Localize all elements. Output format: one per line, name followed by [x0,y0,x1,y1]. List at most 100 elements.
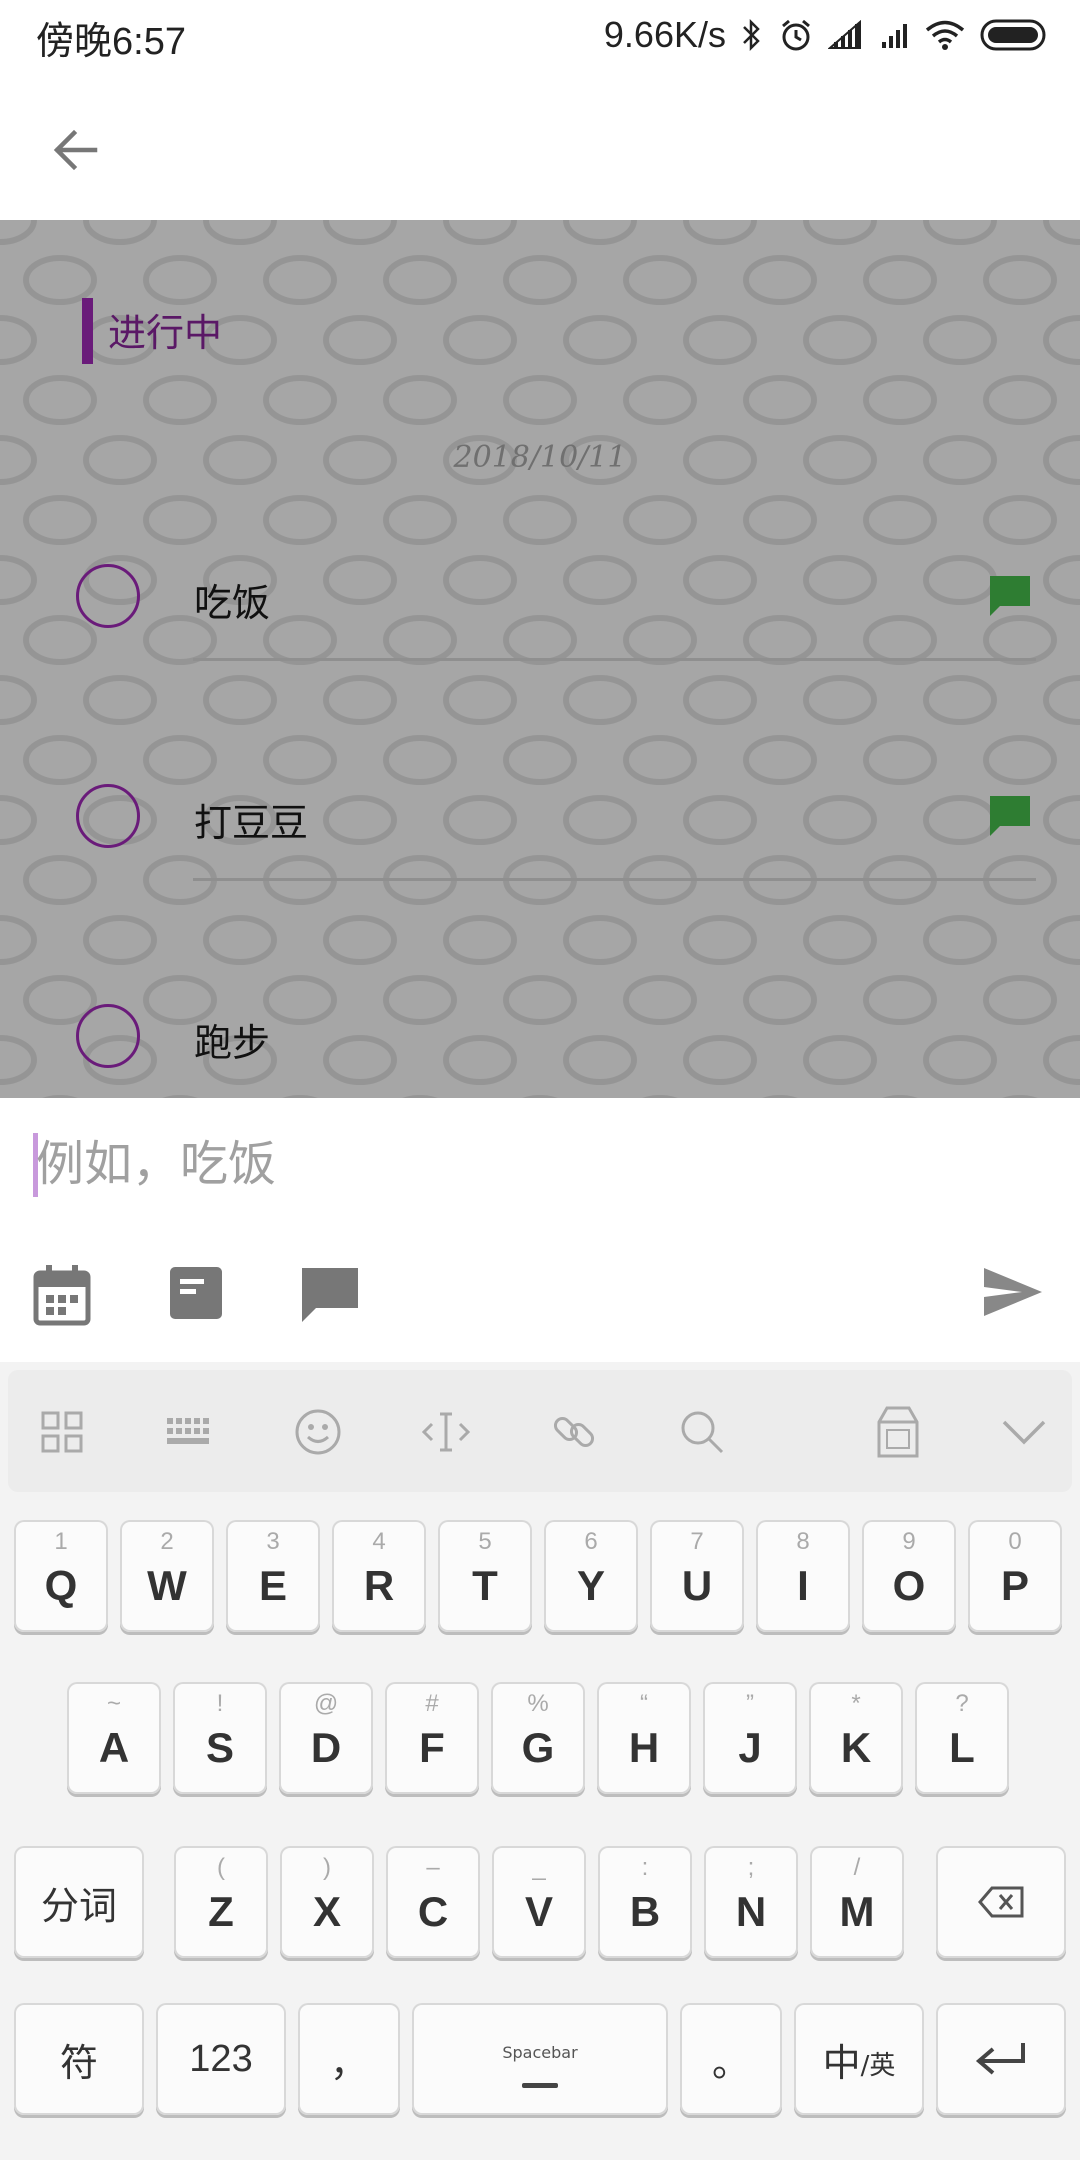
key-c[interactable]: – C [386,1846,480,1958]
key-comma[interactable]: ， [298,2003,400,2115]
key-d[interactable]: @ D [279,1682,373,1794]
task-checkbox[interactable] [76,564,140,628]
note-button[interactable] [168,1265,238,1335]
comment-icon[interactable] [988,574,1032,618]
key-i[interactable]: 8I [756,1520,850,1632]
key-x[interactable]: ) X [280,1846,374,1958]
key-secondary-label: 1 [54,1528,68,1555]
send-icon [984,1268,1042,1316]
status-bar: 傍晚6:57 9.66K/s [0,0,1080,70]
key-secondary-label: ” [746,1690,754,1717]
key-space[interactable]: Spacebar [412,2003,668,2115]
key-a[interactable]: ~ A [67,1682,161,1794]
key-h[interactable]: “H [597,1682,691,1794]
key-primary-label: N [735,1888,767,1935]
grid-icon [41,1411,83,1453]
send-button[interactable] [982,1266,1052,1336]
key-secondary-label: 7 [690,1528,704,1555]
key-secondary-label: ) [323,1854,331,1881]
signal-icon [882,24,907,48]
comment-button[interactable] [300,1266,370,1336]
key-primary-label: I [797,1562,809,1609]
keyboard-toolbar [8,1370,1072,1492]
collapse-keyboard-button[interactable] [992,1400,1056,1464]
key-m[interactable]: / M [810,1846,904,1958]
key-primary-label: K [840,1724,872,1771]
key-primary-label: R [363,1562,395,1609]
space-label: Spacebar [502,2043,578,2062]
key-s[interactable]: ! S [173,1682,267,1794]
key-secondary-label: % [527,1690,549,1717]
key-q[interactable]: 1Q [14,1520,108,1632]
key-secondary-label: 9 [902,1528,916,1555]
key-secondary-label: “ [640,1690,648,1717]
section-title: 进行中 [108,311,223,355]
key-primary-label: O [892,1562,926,1609]
space-bar-mark [522,2083,558,2088]
cursor-move-button[interactable] [414,1400,478,1464]
back-button[interactable] [40,115,110,185]
key-secondary-label: 6 [584,1528,598,1555]
section-accent-bar [82,298,93,364]
key-secondary-label: ( [217,1854,225,1881]
task-checkbox[interactable] [76,784,140,848]
key-v[interactable]: _ V [492,1846,586,1958]
key-secondary-label: * [851,1690,861,1717]
task-label[interactable]: 打豆豆 [194,792,308,847]
key-u[interactable]: 7U [650,1520,744,1632]
key-e[interactable]: 3E [226,1520,320,1632]
search-button[interactable] [670,1400,734,1464]
task-label[interactable]: 跑步 [194,1012,270,1067]
key-symbols[interactable]: 符 [14,2003,144,2115]
emoji-button[interactable] [286,1400,350,1464]
backspace-icon [936,1846,1066,1958]
key-period[interactable]: 。 [680,2003,782,2115]
key-primary-label: L [949,1724,975,1771]
key-enter[interactable] [936,2003,1066,2115]
key-g[interactable]: % G [491,1682,585,1794]
key-secondary-label: – [426,1854,440,1881]
key-z[interactable]: (Z [174,1846,268,1958]
clipboard-link-button[interactable] [542,1400,606,1464]
key-j[interactable]: ” J [703,1682,797,1794]
key-123[interactable]: 123 [156,2003,286,2115]
key-primary-label: S [205,1724,234,1771]
key-n[interactable]: ; N [704,1846,798,1958]
task-input[interactable] [36,1126,936,1202]
key-w[interactable]: 2W [120,1520,214,1632]
chevron-down-icon [1002,1420,1046,1445]
key-p[interactable]: 0P [968,1520,1062,1632]
comment-icon[interactable] [988,794,1032,838]
key-l[interactable]: ? L [915,1682,1009,1794]
key-fenci[interactable]: 分词 [14,1846,144,1958]
calendar-button[interactable] [32,1263,102,1333]
calendar-icon [33,1265,91,1326]
keyboard: 1Q2W3E4R5T6Y7U8I9O0P ~ A! S @ D # F% G “H” J * K? L … [0,1362,1080,2160]
arrow-left-icon [53,129,98,171]
task-checkbox[interactable] [76,1004,140,1068]
key-r[interactable]: 4R [332,1520,426,1632]
key-y[interactable]: 6Y [544,1520,638,1632]
keyboard-layout-button[interactable] [158,1400,222,1464]
key-k[interactable]: * K [809,1682,903,1794]
lang-sub: /英 [860,2050,896,2081]
key-secondary-label: ! [216,1690,224,1717]
key-t[interactable]: 5T [438,1520,532,1632]
key-primary-label: M [839,1888,875,1935]
note-icon [170,1267,222,1319]
key-b[interactable]: :B [598,1846,692,1958]
grid-button[interactable] [30,1400,94,1464]
key-backspace[interactable] [936,1846,1066,1958]
text-cursor-icon [421,1412,471,1452]
milk-box-button[interactable] [866,1400,930,1464]
key-label: 123 [189,2037,253,2080]
status-time: 傍晚6:57 [36,21,186,63]
alarm-icon [782,19,810,51]
key-f[interactable]: # F [385,1682,479,1794]
key-primary-label: X [312,1888,341,1935]
key-language-switch[interactable]: 中/英 [794,2003,924,2115]
task-label[interactable]: 吃饭 [194,572,270,627]
key-secondary-label: ~ [106,1690,121,1717]
key-o[interactable]: 9O [862,1520,956,1632]
key-primary-label: T [472,1562,498,1609]
